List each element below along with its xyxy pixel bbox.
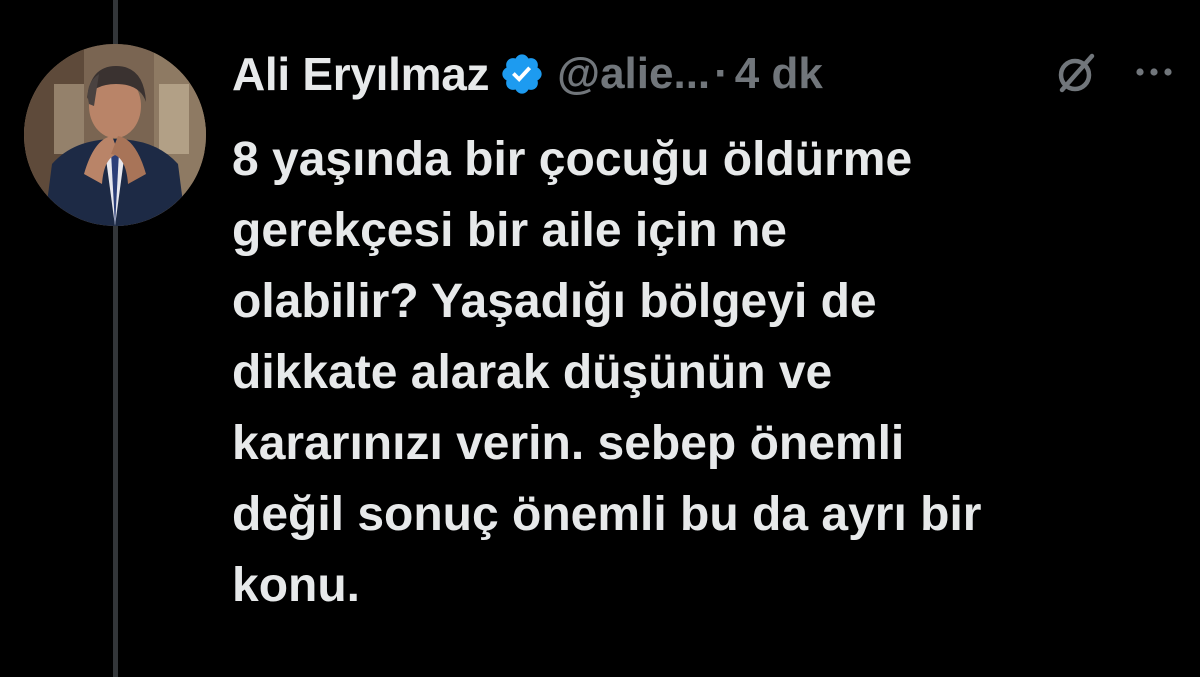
- tweet-text-line: gerekçesi bir aile için ne: [232, 204, 787, 257]
- author-name[interactable]: Ali Eryılmaz: [232, 47, 489, 101]
- tweet-text-line: olabilir? Yaşadığı bölgeyi de: [232, 275, 877, 328]
- tweet-text-line: değil sonuç önemli bu da ayrı bir: [232, 488, 982, 541]
- verified-badge-icon: [499, 51, 545, 97]
- tweet-text-line: 8 yaşında bir çocuğu öldürme: [232, 133, 913, 186]
- tweet-text-line: dikkate alarak düşünün ve: [232, 346, 833, 399]
- avatar[interactable]: [24, 44, 206, 226]
- tweet-time[interactable]: 4 dk: [735, 49, 823, 99]
- tweet-text-line: kararınızı verin. sebep önemli: [232, 417, 905, 470]
- header-separator: ·: [714, 49, 729, 98]
- tweet-text: 8 yaşında bir çocuğu öldürme gerekçesi b…: [232, 124, 1172, 621]
- tweet-text-line: konu.: [232, 559, 360, 612]
- grok-icon[interactable]: [1052, 48, 1102, 98]
- tweet-header: Ali Eryılmaz @alie... · 4 dk: [232, 42, 1182, 106]
- avatar-photo: [24, 44, 206, 226]
- more-options-icon[interactable]: [1132, 50, 1176, 94]
- author-handle[interactable]: @alie...: [557, 49, 710, 99]
